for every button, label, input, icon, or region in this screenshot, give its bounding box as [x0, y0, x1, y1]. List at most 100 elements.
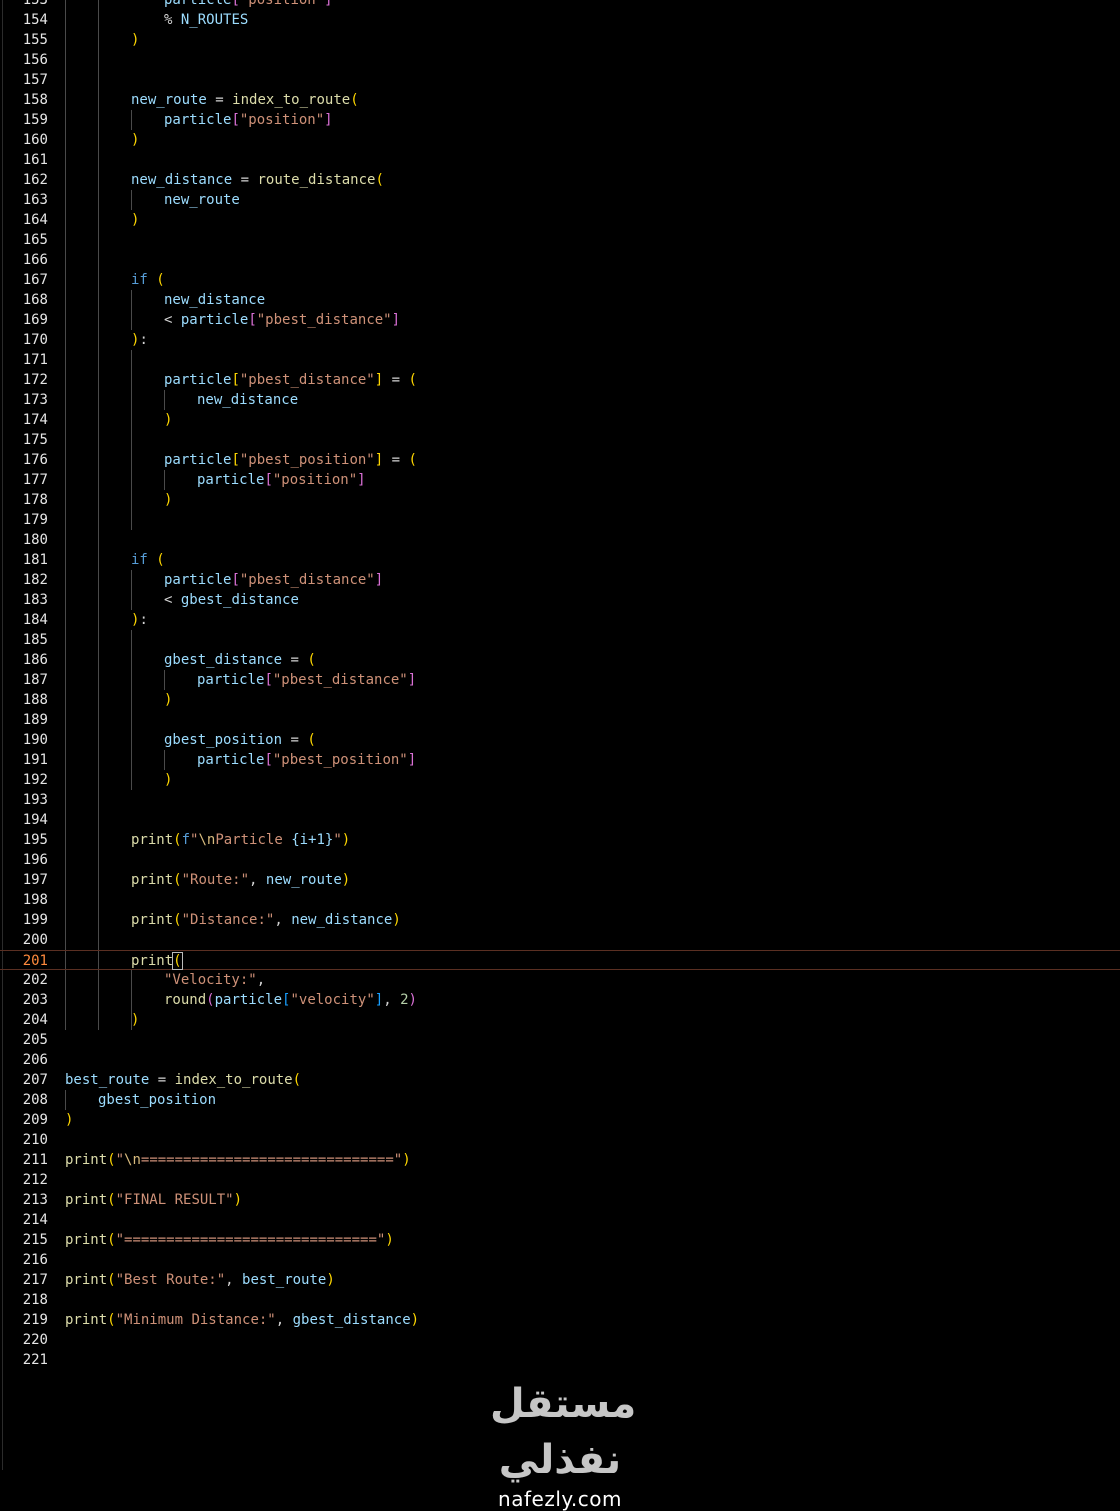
line-number: 153 — [22, 0, 48, 8]
code-line[interactable]: 195 print(f"\nParticle {i+1}") — [0, 830, 1120, 850]
code-line[interactable]: 194 — [0, 810, 1120, 830]
code-line[interactable]: 161 — [0, 150, 1120, 170]
code-line[interactable]: 171 — [0, 350, 1120, 370]
code-line[interactable]: 216 — [0, 1250, 1120, 1270]
line-code: particle["position"] — [164, 0, 333, 8]
code-line[interactable]: 165 — [0, 230, 1120, 250]
code-line[interactable]: 178) — [0, 490, 1120, 510]
line-code: print( — [131, 952, 183, 970]
code-line[interactable]: 160) — [0, 130, 1120, 150]
code-line[interactable]: 206 — [0, 1050, 1120, 1070]
line-number: 221 — [22, 1352, 48, 1368]
code-line[interactable]: 190 gbest_position = ( — [0, 730, 1120, 750]
code-line[interactable]: 177 particle["position"] — [0, 470, 1120, 490]
code-line[interactable]: 196 — [0, 850, 1120, 870]
code-line[interactable]: 164) — [0, 210, 1120, 230]
code-line[interactable]: 200 — [0, 930, 1120, 950]
code-line[interactable]: 155) — [0, 30, 1120, 50]
line-number: 204 — [22, 1012, 48, 1028]
line-code: ) — [131, 1012, 140, 1028]
code-line[interactable]: 215 print("==============================… — [0, 1230, 1120, 1250]
code-line[interactable]: 193 — [0, 790, 1120, 810]
line-number: 184 — [22, 612, 48, 628]
code-line[interactable]: 197 print("Route:", new_route) — [0, 870, 1120, 890]
code-line[interactable]: 189 — [0, 710, 1120, 730]
code-line[interactable]: 211 print("\n============================… — [0, 1150, 1120, 1170]
code-line[interactable]: 204) — [0, 1010, 1120, 1030]
code-line[interactable]: 167 if ( — [0, 270, 1120, 290]
code-line[interactable]: 188) — [0, 690, 1120, 710]
nafezly-watermark: مستقل نفذلي nafezly.com — [490, 1376, 636, 1510]
code-line[interactable]: 209) — [0, 1110, 1120, 1130]
code-line[interactable]: 218 — [0, 1290, 1120, 1310]
code-line[interactable]: 220 — [0, 1330, 1120, 1350]
code-line[interactable]: 162 new_distance = route_distance( — [0, 170, 1120, 190]
code-line[interactable]: 214 — [0, 1210, 1120, 1230]
code-line[interactable]: 172 particle["pbest_distance"] = ( — [0, 370, 1120, 390]
code-line[interactable]: 187 particle["pbest_distance"] — [0, 670, 1120, 690]
code-line[interactable]: 181 if ( — [0, 550, 1120, 570]
code-line[interactable]: 174) — [0, 410, 1120, 430]
code-line[interactable]: 154 % N_ROUTES — [0, 10, 1120, 30]
code-line[interactable]: 176 particle["pbest_position"] = ( — [0, 450, 1120, 470]
line-code: print(f"\nParticle {i+1}") — [131, 832, 351, 848]
line-number: 161 — [22, 152, 48, 168]
code-line[interactable]: 192) — [0, 770, 1120, 790]
code-line[interactable]: 182 particle["pbest_distance"] — [0, 570, 1120, 590]
line-number: 176 — [22, 452, 48, 468]
code-line[interactable]: 170): — [0, 330, 1120, 350]
line-number: 195 — [22, 832, 48, 848]
code-line[interactable]: 157 — [0, 70, 1120, 90]
code-line[interactable]: 191 particle["pbest_position"] — [0, 750, 1120, 770]
line-number: 172 — [22, 372, 48, 388]
code-line[interactable]: 210 — [0, 1130, 1120, 1150]
code-line[interactable]: 219 print("Minimum Distance:", gbest_dist… — [0, 1310, 1120, 1330]
line-code: ) — [164, 772, 173, 788]
line-number: 167 — [22, 272, 48, 288]
line-code: new_route = index_to_route( — [131, 92, 359, 108]
code-line[interactable]: 173 new_distance — [0, 390, 1120, 410]
code-editor[interactable]: 153 particle["position"] 154 % N_ROUTES 155)… — [0, 0, 1120, 1470]
code-line[interactable]: 205 — [0, 1030, 1120, 1050]
line-code: particle["position"] — [197, 472, 366, 488]
code-line[interactable]: 199 print("Distance:", new_distance) — [0, 910, 1120, 930]
code-line[interactable]: 198 — [0, 890, 1120, 910]
line-number: 154 — [22, 12, 48, 28]
code-line[interactable]: 179 — [0, 510, 1120, 530]
line-code: ) — [131, 32, 140, 48]
code-line[interactable]: 212 — [0, 1170, 1120, 1190]
line-number: 201 — [22, 953, 48, 969]
code-line[interactable]: 201 print( — [0, 950, 1120, 970]
code-line[interactable]: 169 < particle["pbest_distance"] — [0, 310, 1120, 330]
code-line[interactable]: 183 < gbest_distance — [0, 590, 1120, 610]
code-line[interactable]: 208 gbest_position — [0, 1090, 1120, 1110]
code-line[interactable]: 217 print("Best Route:", best_route) — [0, 1270, 1120, 1290]
code-line[interactable]: 213 print("FINAL RESULT") — [0, 1190, 1120, 1210]
code-line[interactable]: 185 — [0, 630, 1120, 650]
line-number: 220 — [22, 1332, 48, 1348]
code-line[interactable]: 203 round(particle["velocity"], 2) — [0, 990, 1120, 1010]
line-code: print("FINAL RESULT") — [65, 1192, 243, 1208]
line-number: 219 — [22, 1312, 48, 1328]
line-code: ) — [164, 412, 173, 428]
code-line[interactable]: 168 new_distance — [0, 290, 1120, 310]
code-line[interactable]: 163 new_route — [0, 190, 1120, 210]
code-line[interactable]: 158 new_route = index_to_route( — [0, 90, 1120, 110]
code-line[interactable]: 156 — [0, 50, 1120, 70]
code-line[interactable]: 153 particle["position"] — [0, 0, 1120, 10]
code-line[interactable]: 180 — [0, 530, 1120, 550]
code-line[interactable]: 186 gbest_distance = ( — [0, 650, 1120, 670]
line-code: new_distance — [197, 392, 299, 408]
line-code: "Velocity:", — [164, 972, 266, 988]
code-line[interactable]: 221 — [0, 1350, 1120, 1370]
line-code: ) — [131, 132, 140, 148]
code-line[interactable]: 159 particle["position"] — [0, 110, 1120, 130]
code-line[interactable]: 207 best_route = index_to_route( — [0, 1070, 1120, 1090]
code-line[interactable]: 202 "Velocity:", — [0, 970, 1120, 990]
line-number: 164 — [22, 212, 48, 228]
code-line[interactable]: 166 — [0, 250, 1120, 270]
line-number: 175 — [22, 432, 48, 448]
code-line[interactable]: 184): — [0, 610, 1120, 630]
line-number: 162 — [22, 172, 48, 188]
code-line[interactable]: 175 — [0, 430, 1120, 450]
